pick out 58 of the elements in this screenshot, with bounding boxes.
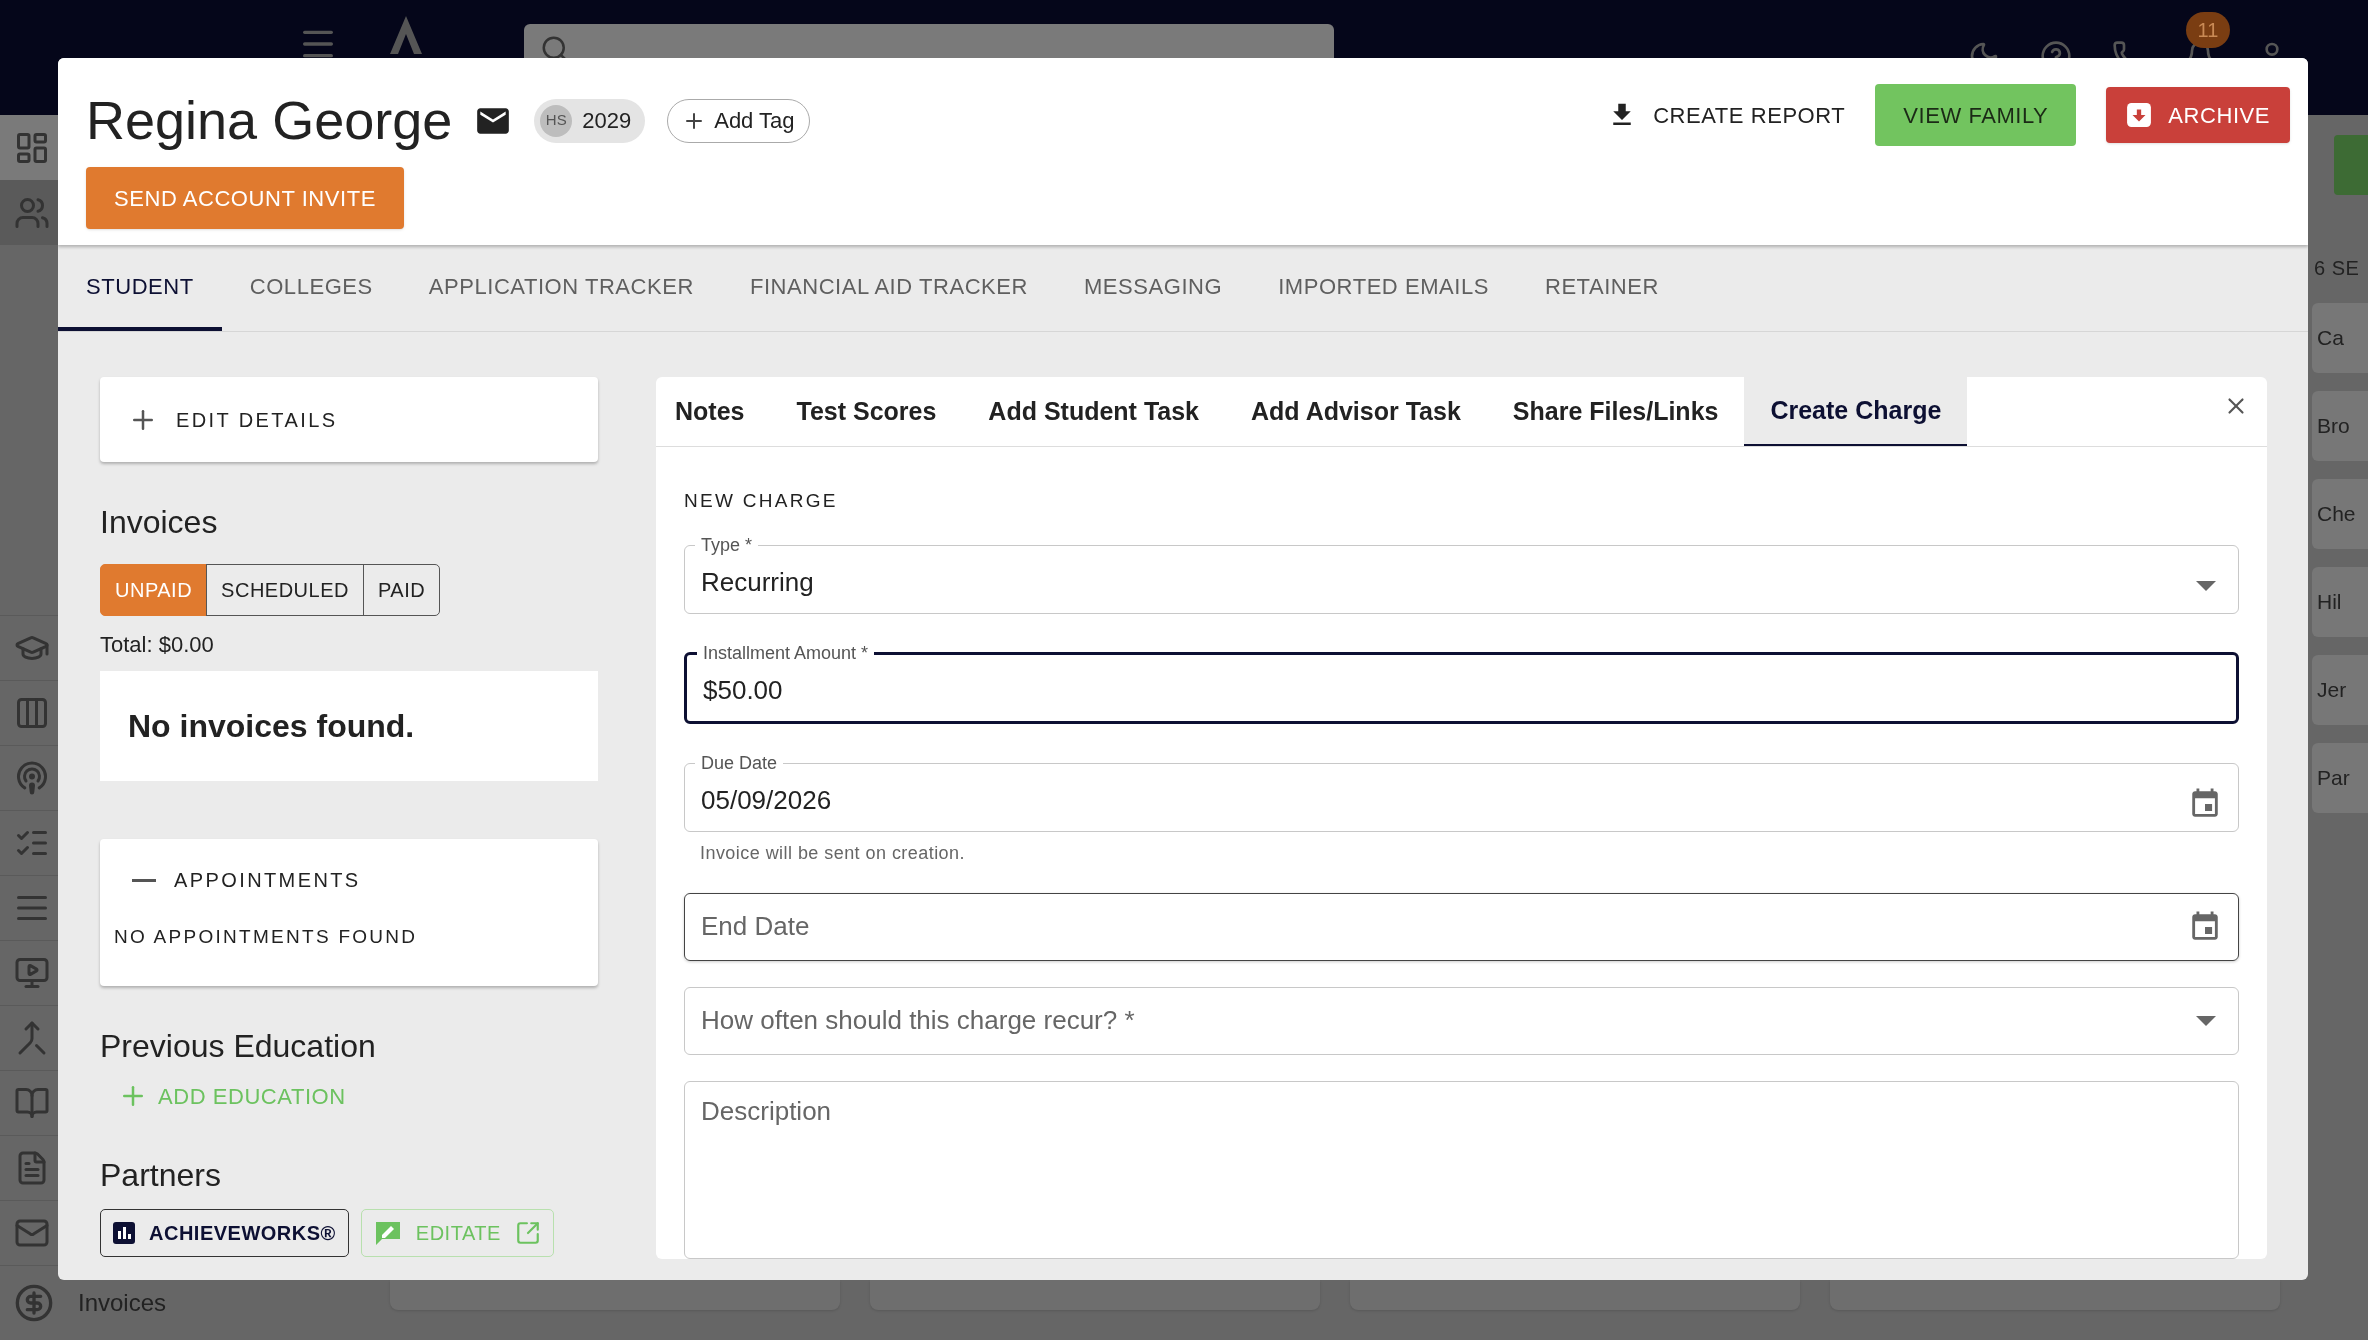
field-label: Type * (700, 533, 754, 557)
section-heading: Previous Education (100, 1026, 377, 1066)
field-text[interactable]: Recurring (701, 558, 2196, 613)
filter-toggle[interactable]: PAID (362, 564, 441, 616)
form-section-title: NEW CHARGE (684, 489, 839, 513)
broadcast-icon[interactable] (14, 760, 50, 796)
external-link-icon (514, 1219, 541, 1246)
filter-toggle[interactable]: SCHEDULED (206, 564, 364, 616)
column-header: 6 SE (2314, 256, 2360, 281)
archive-icon (2126, 102, 2153, 128)
book-icon[interactable] (14, 1085, 50, 1121)
bar-chart-icon (113, 1221, 135, 1244)
list-card[interactable]: Hil (2312, 567, 2368, 637)
view-family-button[interactable]: VIEW FAMILY (1875, 84, 2077, 146)
partner-link[interactable]: ACHIEVEWORKS® (100, 1208, 349, 1257)
grade-chip[interactable]: HS 2029 (534, 98, 646, 143)
appointments-toggle[interactable]: APPOINTMENTS (100, 851, 598, 909)
empty-message: NO APPOINTMENTS FOUND (113, 925, 419, 949)
chip-label: 2029 (582, 107, 632, 135)
list-card[interactable]: Bro (2312, 391, 2368, 461)
field-text[interactable]: 05/09/2026 (701, 776, 2188, 831)
helper-text: Invoice will be sent on creation. (700, 841, 966, 865)
panel-tab[interactable]: Add Student Task (962, 377, 1226, 446)
tab[interactable]: COLLEGES (221, 245, 401, 331)
panel-tab[interactable]: Share Files/Links (1486, 377, 1745, 446)
field-label: Due Date (700, 751, 779, 775)
section-heading: Partners (100, 1155, 222, 1195)
create-report-button[interactable]: CREATE REPORT (1607, 98, 1846, 132)
dropdown-caret-icon (2196, 580, 2216, 591)
tab[interactable]: IMPORTED EMAILS (1250, 245, 1517, 331)
video-icon[interactable] (14, 955, 50, 991)
list-card[interactable]: Ca (2312, 303, 2368, 373)
list-card[interactable]: Che (2312, 479, 2368, 549)
panel-tab[interactable]: Add Advisor Task (1225, 377, 1487, 446)
columns-icon[interactable] (14, 695, 50, 731)
tab[interactable]: FINANCIAL AID TRACKER (721, 245, 1056, 331)
comment-edit-icon (373, 1219, 402, 1246)
dropdown-caret-icon (2196, 1015, 2216, 1026)
section-heading: Invoices (100, 503, 219, 542)
edit-details-card[interactable]: EDIT DETAILS (100, 377, 598, 462)
tab[interactable]: APPLICATION TRACKER (400, 245, 722, 331)
list-card[interactable]: Par (2312, 743, 2368, 813)
archive-button[interactable]: ARCHIVE (2106, 87, 2290, 143)
total-text: Total: $0.00 (100, 631, 215, 659)
student-name: Regina George (86, 89, 453, 152)
empty-message: No invoices found. (128, 707, 415, 746)
tab[interactable]: RETAINER (1516, 245, 1687, 331)
notification-badge: 11 (2186, 12, 2230, 48)
dollar-icon (14, 1283, 54, 1323)
tab[interactable]: MESSAGING (1055, 245, 1251, 331)
list-card[interactable]: Jer (2312, 655, 2368, 725)
chip-avatar: HS (540, 104, 573, 137)
panel-tab[interactable]: Create Charge (1744, 377, 1968, 446)
tab[interactable]: STUDENT (58, 245, 222, 331)
panel-tab[interactable]: Test Scores (770, 377, 963, 446)
field-label: Installment Amount * (702, 641, 870, 665)
panel-tab[interactable]: Notes (656, 377, 771, 446)
field-text[interactable]: $50.00 (703, 666, 2220, 721)
